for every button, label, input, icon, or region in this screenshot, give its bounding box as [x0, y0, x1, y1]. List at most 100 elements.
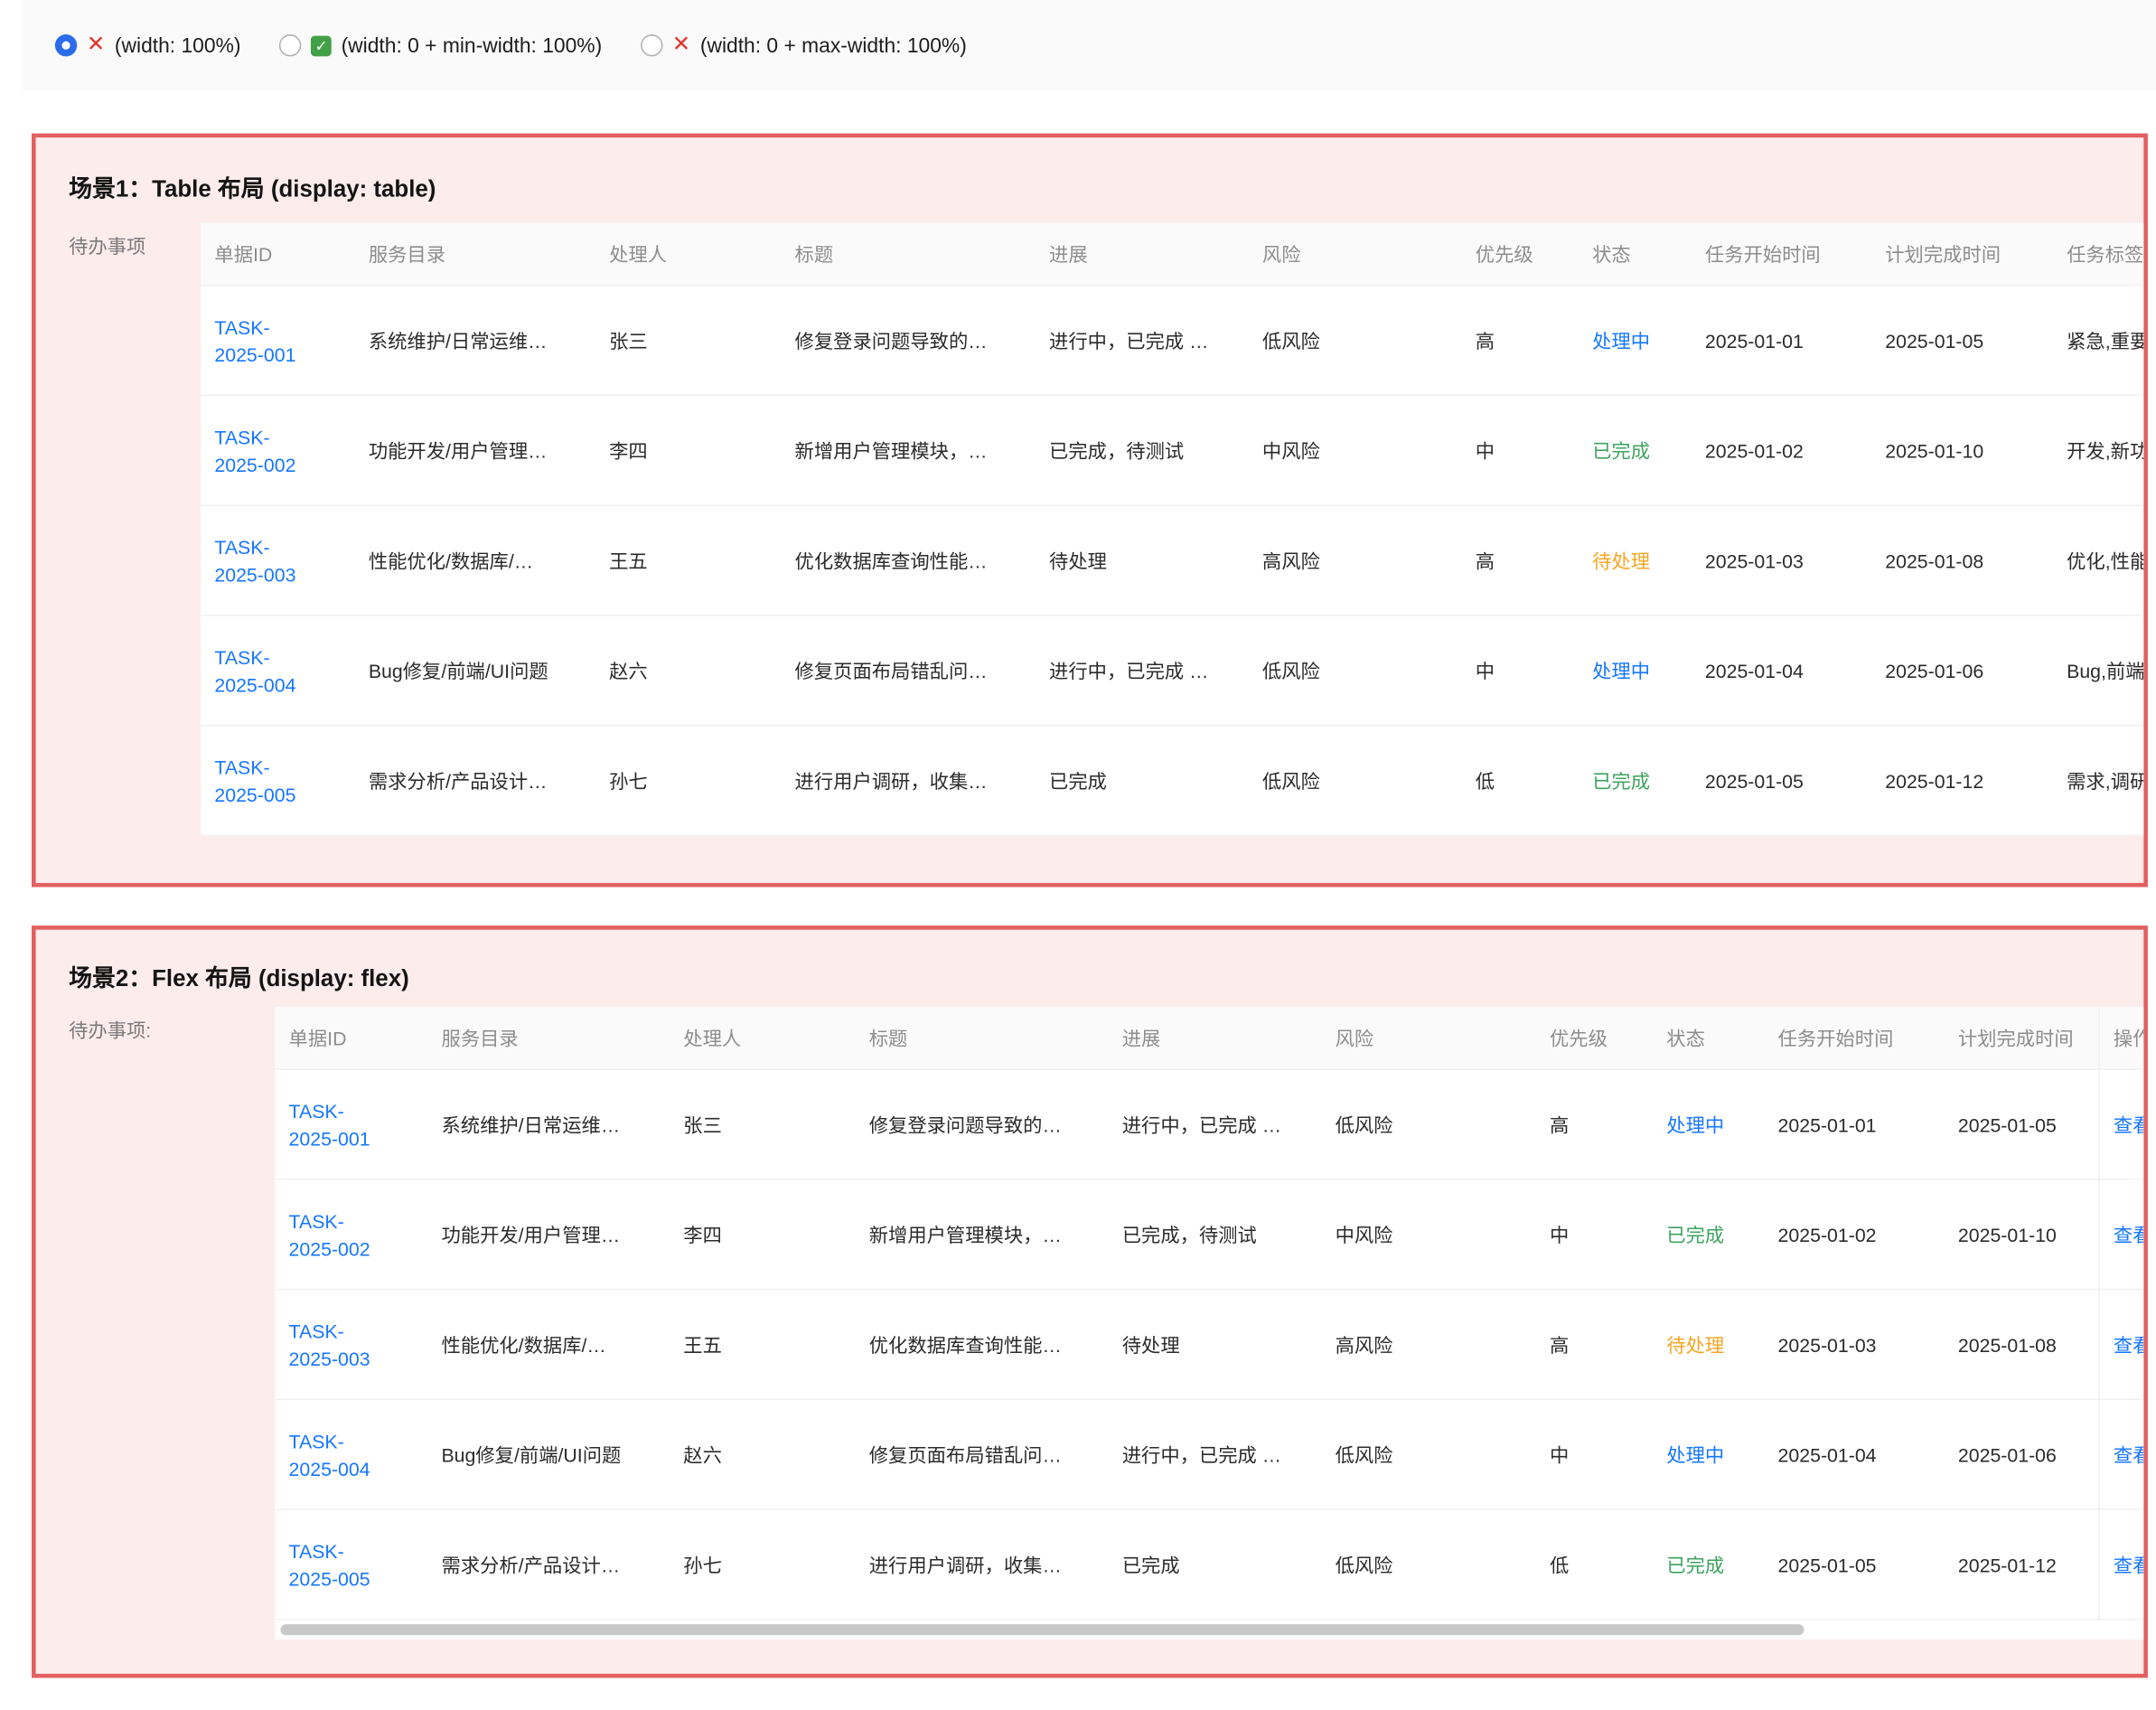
- task-id-line: 2025-005: [289, 1564, 411, 1592]
- scenario1-title: 场景1：Table 布局 (display: table): [69, 174, 2143, 207]
- horizontal-scrollbar-thumb[interactable]: [280, 1624, 1804, 1635]
- task-id-line: 2025-002: [289, 1235, 411, 1262]
- catalog-cell: 功能开发/用户管理…: [427, 1180, 670, 1289]
- status-text: 处理中: [1592, 657, 1674, 684]
- catalog-cell: Bug修复/前端/UI问题: [355, 616, 595, 725]
- task-id-link[interactable]: TASK-2025-004: [214, 643, 338, 698]
- radio-button[interactable]: [641, 34, 662, 56]
- column-header-status: 状态: [1579, 223, 1692, 285]
- option-label: (width: 0 + max-width: 100%): [700, 33, 967, 57]
- column-header-action: 操作: [2098, 1007, 2143, 1068]
- priority-cell: 低: [1462, 726, 1579, 834]
- action-cell: 查看: [2098, 1400, 2143, 1508]
- view-action-link[interactable]: 查看: [2114, 1330, 2143, 1358]
- due-cell: 2025-01-08: [1945, 1290, 2098, 1398]
- radio-button[interactable]: [279, 34, 301, 56]
- task-row: TASK-2025-002功能开发/用户管理…李四新增用户管理模块，…已完成，待…: [275, 1180, 2143, 1291]
- task-id-line: TASK-: [214, 313, 338, 340]
- due-cell: 2025-01-12: [1945, 1510, 2098, 1619]
- tags-cell: Bug,前端: [2053, 616, 2143, 725]
- action-cell: 查看: [2098, 1510, 2143, 1619]
- column-header-priority: 优先级: [1462, 223, 1579, 285]
- status-cell: 处理中: [1653, 1070, 1764, 1179]
- status-cell: 已完成: [1653, 1510, 1764, 1619]
- due-cell: 2025-01-06: [1945, 1400, 2098, 1508]
- id-cell: TASK-2025-003: [201, 506, 354, 615]
- id-cell: TASK-2025-005: [201, 726, 354, 834]
- scenario2-title: 场景2：Flex 布局 (display: flex): [69, 963, 2143, 996]
- title-cell: 新增用户管理模块，…: [855, 1180, 1108, 1289]
- column-header-handler: 处理人: [595, 223, 781, 285]
- task-id-link[interactable]: TASK-2025-002: [214, 423, 338, 478]
- horizontal-scrollbar-track: [275, 1621, 2143, 1640]
- column-header-risk: 风险: [1321, 1007, 1535, 1068]
- task-row: TASK-2025-001系统维护/日常运维…张三修复登录问题导致的…进行中，已…: [201, 287, 2143, 397]
- column-header-catalog: 服务目录: [427, 1007, 670, 1068]
- column-header-handler: 处理人: [670, 1007, 855, 1068]
- progress-cell: 已完成，待测试: [1108, 1180, 1321, 1289]
- priority-cell: 中: [1462, 396, 1579, 504]
- catalog-cell: 性能优化/数据库/…: [427, 1290, 670, 1398]
- layout-option[interactable]: ✕(width: 0 + max-width: 100%): [641, 33, 967, 57]
- progress-cell: 进行中，已完成 …: [1108, 1400, 1321, 1508]
- task-id-link[interactable]: TASK-2025-001: [214, 313, 338, 368]
- scenario-flex-layout: 场景2：Flex 布局 (display: flex) 待办事项: 单据ID服务…: [32, 925, 2148, 1677]
- task-id-line: TASK-: [214, 533, 338, 560]
- status-cell: 处理中: [1579, 287, 1692, 395]
- risk-cell: 低风险: [1321, 1400, 1535, 1508]
- start-cell: 2025-01-02: [1692, 396, 1871, 504]
- layout-option[interactable]: ✓(width: 0 + min-width: 100%): [279, 33, 602, 57]
- task-id-link[interactable]: TASK-2025-001: [289, 1097, 411, 1152]
- id-cell: TASK-2025-004: [201, 616, 354, 725]
- due-cell: 2025-01-10: [1871, 396, 2053, 504]
- status-text: 待处理: [1592, 547, 1674, 574]
- id-cell: TASK-2025-004: [275, 1400, 427, 1508]
- due-cell: 2025-01-05: [1871, 287, 2053, 395]
- catalog-cell: 功能开发/用户管理…: [355, 396, 595, 504]
- priority-cell: 高: [1462, 506, 1579, 615]
- due-cell: 2025-01-06: [1871, 616, 2053, 725]
- task-id-line: TASK-: [289, 1097, 411, 1124]
- view-action-link[interactable]: 查看: [2114, 1551, 2143, 1578]
- column-header-priority: 优先级: [1536, 1007, 1653, 1068]
- id-cell: TASK-2025-002: [275, 1180, 427, 1289]
- handler-cell: 王五: [670, 1290, 855, 1398]
- risk-cell: 高风险: [1321, 1290, 1535, 1398]
- task-id-line: 2025-001: [289, 1124, 411, 1151]
- task-id-link[interactable]: TASK-2025-002: [289, 1207, 411, 1262]
- view-action-link[interactable]: 查看: [2114, 1441, 2143, 1468]
- task-id-line: 2025-004: [289, 1454, 411, 1481]
- task-id-link[interactable]: TASK-2025-004: [289, 1427, 411, 1482]
- due-cell: 2025-01-10: [1945, 1180, 2098, 1289]
- task-id-line: TASK-: [289, 1536, 411, 1564]
- handler-cell: 张三: [670, 1070, 855, 1179]
- task-row: TASK-2025-005需求分析/产品设计…孙七进行用户调研，收集…已完成低风…: [201, 726, 2143, 836]
- status-text: 已完成: [1592, 437, 1674, 464]
- priority-cell: 中: [1536, 1400, 1653, 1508]
- layout-option[interactable]: ✕(width: 100%): [55, 33, 241, 57]
- handler-cell: 张三: [595, 287, 781, 395]
- view-action-link[interactable]: 查看: [2114, 1221, 2143, 1248]
- task-id-link[interactable]: TASK-2025-005: [214, 753, 338, 808]
- column-header-risk: 风险: [1249, 223, 1462, 285]
- check-mark-icon: ✓: [311, 35, 332, 56]
- title-cell: 进行用户调研，收集…: [855, 1510, 1108, 1619]
- task-id-link[interactable]: TASK-2025-005: [289, 1536, 411, 1592]
- id-cell: TASK-2025-001: [275, 1070, 427, 1179]
- radio-button[interactable]: [55, 34, 77, 56]
- progress-cell: 待处理: [1036, 506, 1249, 615]
- title-cell: 修复登录问题导致的…: [781, 287, 1036, 395]
- tags-cell: 开发,新功能: [2053, 396, 2143, 504]
- handler-cell: 王五: [595, 506, 781, 615]
- task-id-link[interactable]: TASK-2025-003: [214, 533, 338, 588]
- task-id-link[interactable]: TASK-2025-003: [289, 1317, 411, 1372]
- risk-cell: 低风险: [1249, 616, 1462, 725]
- status-text: 处理中: [1592, 326, 1674, 353]
- progress-cell: 已完成: [1108, 1510, 1321, 1619]
- task-row: TASK-2025-003性能优化/数据库/…王五优化数据库查询性能…待处理高风…: [275, 1290, 2143, 1400]
- tags-cell: 需求,调研: [2053, 726, 2143, 834]
- view-action-link[interactable]: 查看: [2114, 1111, 2143, 1138]
- task-id-line: TASK-: [289, 1207, 411, 1234]
- status-text: 待处理: [1666, 1330, 1748, 1358]
- column-header-status: 状态: [1653, 1007, 1764, 1068]
